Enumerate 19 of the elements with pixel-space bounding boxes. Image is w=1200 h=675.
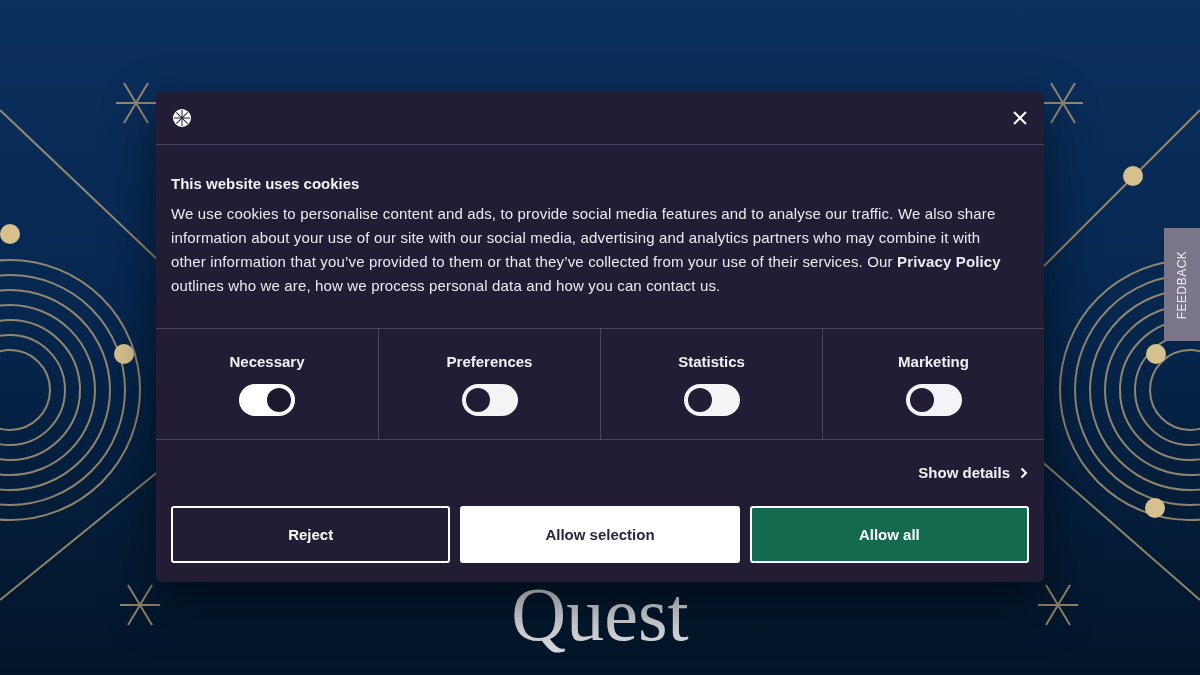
allow-selection-button[interactable]: Allow selection: [460, 506, 740, 563]
feedback-tab[interactable]: FEEDBACK: [1164, 228, 1200, 341]
logo-icon: [172, 108, 192, 128]
reject-button[interactable]: Reject: [171, 506, 451, 563]
consent-toggle[interactable]: [683, 383, 740, 416]
consent-toggle[interactable]: [239, 383, 295, 416]
category-label: Necessary: [229, 352, 305, 370]
allow-all-button[interactable]: Allow all: [749, 506, 1029, 563]
category-label: Marketing: [898, 352, 969, 370]
chevron-right-icon: [1020, 466, 1028, 479]
page-heading: Quest: [511, 576, 689, 652]
category-label: Statistics: [678, 352, 745, 370]
show-details-link[interactable]: Show details: [918, 464, 1028, 481]
close-icon: [1012, 110, 1028, 126]
dialog-title: This website uses cookies: [171, 175, 361, 192]
category-label: Preferences: [446, 352, 533, 370]
cookie-description: We use cookies to personalise content and ads, to provide social media features and to analyse our traffic. We also share information about your use of our site with our social media, advertising and analytics partners who may combine it with other information that you’ve provided to them or that they’ve collected from your use of their services. Our Privacy Policy outlines who we are, how we process personal data and how you can contact us.: [171, 204, 1002, 296]
consent-toggle[interactable]: [905, 383, 962, 416]
consent-toggle[interactable]: [461, 383, 518, 416]
